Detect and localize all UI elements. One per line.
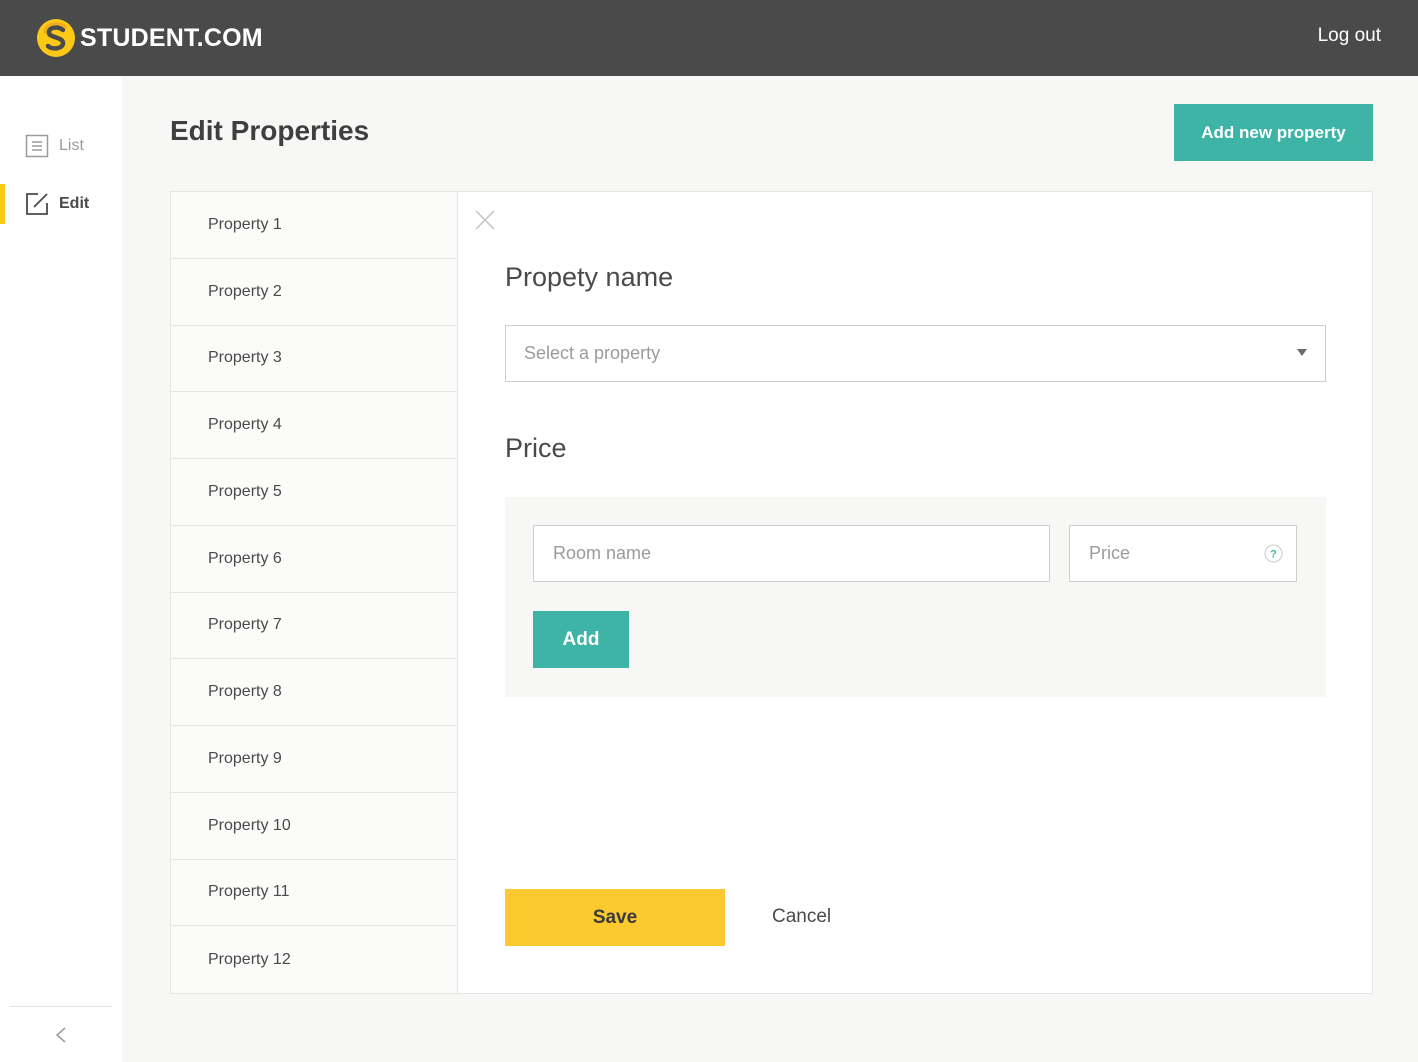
property-list-item[interactable]: Property 7: [171, 593, 457, 660]
brand-logo[interactable]: STUDENT.COM: [36, 17, 263, 59]
property-list-item[interactable]: Property 6: [171, 526, 457, 593]
page-title: Edit Properties: [170, 115, 370, 146]
add-room-button[interactable]: Add: [533, 611, 629, 668]
sidebar-item-label: Edit: [59, 195, 90, 212]
property-name-label: Propety name: [505, 262, 674, 292]
property-list: Property 1 Property 2 Property 3 Property 4…: [171, 192, 458, 993]
property-list-item[interactable]: Property 11: [171, 860, 457, 927]
select-placeholder: Select a property: [524, 343, 661, 363]
question-icon[interactable]: ?: [1264, 544, 1283, 563]
property-list-item[interactable]: Property 2: [171, 259, 457, 326]
top-bar: STUDENT.COM Log out: [0, 0, 1418, 76]
list-icon: [25, 134, 49, 158]
cancel-button[interactable]: Cancel: [772, 906, 831, 928]
logout-link[interactable]: Log out: [1318, 25, 1381, 47]
sidebar-item-label: List: [59, 137, 84, 154]
svg-text:?: ?: [1270, 549, 1277, 561]
price-field: ?: [1069, 525, 1297, 582]
price-input[interactable]: [1069, 525, 1297, 582]
add-new-property-button[interactable]: Add new property: [1174, 104, 1373, 161]
save-button[interactable]: Save: [505, 889, 725, 946]
sidebar: List Edit: [0, 76, 122, 1062]
property-list-item[interactable]: Property 3: [171, 326, 457, 393]
room-name-input[interactable]: [533, 525, 1050, 582]
sidebar-divider: [10, 1006, 112, 1007]
edit-card: Property 1 Property 2 Property 3 Property 4…: [170, 191, 1373, 994]
property-list-item[interactable]: Property 8: [171, 659, 457, 726]
edit-icon: [26, 193, 48, 215]
price-panel: ? Add: [505, 497, 1326, 697]
brand-name: STUDENT.COM: [80, 23, 263, 52]
caret-down-icon: [1297, 349, 1307, 356]
sidebar-item-list[interactable]: List: [0, 126, 122, 166]
property-list-item[interactable]: Property 5: [171, 459, 457, 526]
property-list-item[interactable]: Property 9: [171, 726, 457, 793]
logo-icon: [37, 19, 75, 57]
property-list-item[interactable]: Property 1: [171, 192, 457, 259]
chevron-left-icon[interactable]: [48, 1022, 74, 1048]
property-list-item[interactable]: Property 10: [171, 793, 457, 860]
property-list-item[interactable]: Property 4: [171, 392, 457, 459]
price-section-label: Price: [505, 433, 567, 463]
property-select[interactable]: Select a property: [505, 325, 1326, 382]
sidebar-item-edit[interactable]: Edit: [0, 184, 122, 224]
close-icon[interactable]: [474, 209, 496, 231]
property-list-item[interactable]: Property 12: [171, 926, 457, 993]
active-indicator: [0, 184, 5, 224]
